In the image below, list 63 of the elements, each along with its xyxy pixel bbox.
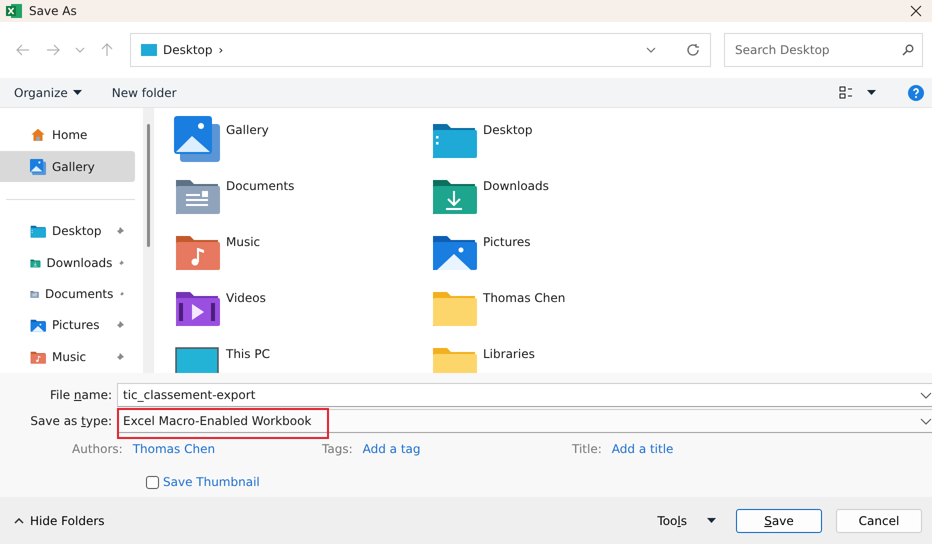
folder-item[interactable]: Pictures <box>431 228 688 284</box>
caret-icon <box>867 90 876 95</box>
search-icon <box>902 44 914 56</box>
file-name-field[interactable]: tic_classement-export <box>117 383 932 407</box>
sidebar-item[interactable]: Music <box>0 342 135 372</box>
metadata-label: Authors: <box>72 442 123 456</box>
tools-menu[interactable]: Tools <box>651 512 722 528</box>
metadata-link[interactable]: Add a tag <box>362 442 420 456</box>
file-type-dropdown[interactable]: Excel Macro-Enabled Workbook <box>117 409 932 433</box>
pictures-folder-icon <box>30 317 46 334</box>
metadata-link[interactable]: Thomas Chen <box>132 442 216 456</box>
metadata-link[interactable]: Add a title <box>612 442 674 456</box>
folder-item[interactable]: Music <box>174 228 431 284</box>
checkbox-label[interactable]: Save Thumbnail <box>163 475 260 489</box>
sidebar-item[interactable]: Desktop <box>0 216 135 246</box>
gallery-icon <box>30 158 46 175</box>
scrollbar-thumb[interactable] <box>146 124 150 247</box>
caret-icon <box>72 90 82 95</box>
arrow-up-icon <box>101 43 113 57</box>
address-bar[interactable]: Desktop › <box>130 33 711 67</box>
chevron-up-icon <box>14 518 24 524</box>
arrow-left-icon <box>16 44 30 56</box>
desktop-icon <box>141 44 157 56</box>
chevron-down-icon <box>920 418 932 424</box>
sidebar-item[interactable]: Gallery <box>0 151 135 182</box>
folder-item[interactable]: This PC <box>174 340 431 373</box>
sidebar-item[interactable]: Downloads <box>0 247 135 278</box>
house-icon <box>30 127 46 144</box>
close-icon <box>910 5 922 17</box>
help-icon[interactable] <box>908 84 924 100</box>
new-folder-button[interactable]: New folder <box>112 84 177 102</box>
metadata-label: Tags: <box>322 442 353 456</box>
cancel-button[interactable]: Cancel <box>836 508 922 532</box>
folder-item[interactable]: Downloads <box>431 172 688 228</box>
field-label: Save as type: <box>29 414 113 428</box>
breadcrumb-separator[interactable]: › <box>218 43 640 57</box>
search-box[interactable]: Search Desktop <box>724 33 923 67</box>
field-label: File name: <box>49 388 113 402</box>
folder-item[interactable]: Desktop <box>431 116 688 172</box>
folder-item[interactable]: Videos <box>174 284 431 340</box>
breadcrumb[interactable]: Desktop <box>163 43 212 57</box>
chevron-down-icon[interactable] <box>646 47 656 53</box>
sidebar-item[interactable]: Documents <box>0 278 135 310</box>
sidebar-item[interactable]: Pictures <box>0 310 135 341</box>
folder-item[interactable]: Thomas Chen <box>431 284 688 340</box>
save-button[interactable]: Save <box>736 508 822 532</box>
arrow-right-icon <box>46 44 60 56</box>
spreadsheet-app-icon <box>6 4 22 18</box>
organize-menu[interactable]: Organize <box>14 84 82 102</box>
chevron-down-icon <box>75 47 85 53</box>
chevron-down-icon <box>920 392 932 398</box>
caret-icon <box>707 518 716 523</box>
checkbox[interactable] <box>146 476 159 488</box>
gallery-icon <box>174 116 220 162</box>
metadata-label: Title: <box>572 442 602 456</box>
refresh-icon[interactable] <box>686 43 700 57</box>
view-options-icon[interactable] <box>839 86 853 100</box>
hide-folders-button[interactable]: Hide Folders <box>8 512 111 528</box>
window-title: Save As <box>29 4 78 18</box>
folder-item[interactable]: Gallery <box>174 116 431 172</box>
folder-item[interactable]: Documents <box>174 172 431 228</box>
sidebar-item[interactable]: Home <box>0 120 135 150</box>
desktop-folder-icon <box>30 223 46 240</box>
